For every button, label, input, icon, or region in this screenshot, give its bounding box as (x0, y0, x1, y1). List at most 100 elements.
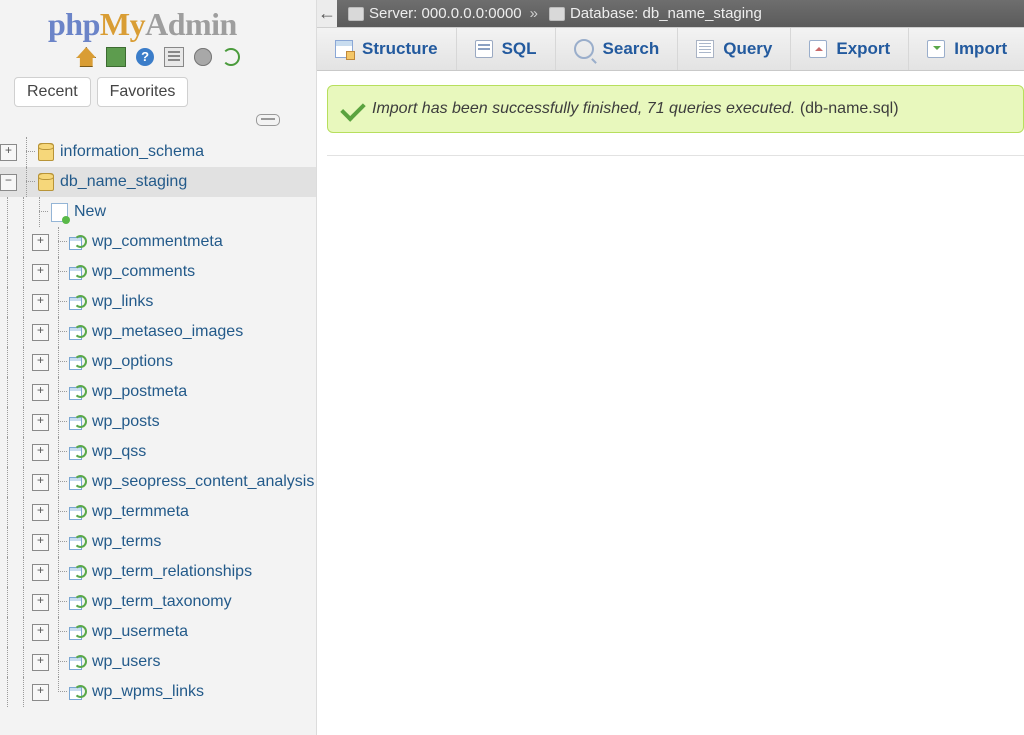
table-icon (69, 655, 87, 669)
table-row[interactable]: + wp_term_relationships (0, 557, 316, 587)
expand-icon[interactable]: + (32, 414, 49, 431)
table-row[interactable]: + wp_users (0, 647, 316, 677)
success-filename: (db-name.sql) (800, 100, 899, 117)
settings-icon[interactable] (194, 48, 212, 66)
home-icon[interactable] (76, 47, 96, 67)
table-label[interactable]: wp_termmeta (92, 503, 189, 521)
table-icon (69, 565, 87, 579)
expand-icon[interactable]: + (32, 294, 49, 311)
table-label[interactable]: wp_commentmeta (92, 233, 223, 251)
link-icon[interactable] (256, 114, 280, 126)
table-icon (69, 415, 87, 429)
sidebar-tabset: Recent Favorites (0, 73, 316, 109)
tab-search[interactable]: Search (556, 28, 679, 70)
table-row[interactable]: + wp_metaseo_images (0, 317, 316, 347)
table-row[interactable]: + wp_commentmeta (0, 227, 316, 257)
structure-icon (335, 40, 353, 58)
help-icon[interactable]: ? (136, 48, 154, 66)
breadcrumb-server[interactable]: Server: 000.0.0.0:0000 (369, 5, 522, 22)
table-label[interactable]: wp_options (92, 353, 173, 371)
table-label[interactable]: wp_users (92, 653, 160, 671)
table-label[interactable]: wp_qss (92, 443, 146, 461)
table-row[interactable]: + wp_term_taxonomy (0, 587, 316, 617)
new-table-row[interactable]: New (0, 197, 316, 227)
table-row[interactable]: + wp_wpms_links (0, 677, 316, 707)
table-label[interactable]: wp_wpms_links (92, 683, 204, 701)
db-row-active[interactable]: − db_name_staging (0, 167, 316, 197)
table-label[interactable]: wp_metaseo_images (92, 323, 243, 341)
db-row[interactable]: + information_schema (0, 137, 316, 167)
tab-import[interactable]: Import (909, 28, 1024, 70)
logo[interactable]: phpMyAdmin (0, 0, 316, 43)
query-icon (696, 40, 714, 58)
collapse-icon[interactable]: − (0, 174, 17, 191)
nav-back-button[interactable]: ← (317, 0, 337, 27)
database-icon (549, 7, 565, 21)
table-icon (69, 265, 87, 279)
expand-icon[interactable]: + (32, 654, 49, 671)
table-row[interactable]: + wp_seopress_content_analysis (0, 467, 316, 497)
expand-icon[interactable]: + (32, 564, 49, 581)
tab-export[interactable]: Export (791, 28, 909, 70)
expand-icon[interactable]: + (32, 504, 49, 521)
expand-icon[interactable]: + (32, 624, 49, 641)
tab-recent[interactable]: Recent (14, 77, 91, 107)
database-tree: + information_schema − db_name_staging New + w… (0, 133, 316, 707)
tab-sql[interactable]: SQL (457, 28, 556, 70)
table-row[interactable]: + wp_options (0, 347, 316, 377)
table-icon (69, 685, 87, 699)
breadcrumb-database[interactable]: Database: db_name_staging (570, 5, 762, 22)
table-label[interactable]: wp_term_relationships (92, 563, 252, 581)
table-label[interactable]: wp_usermeta (92, 623, 188, 641)
expand-icon[interactable]: + (32, 444, 49, 461)
table-label[interactable]: wp_term_taxonomy (92, 593, 232, 611)
link-toggle-row (0, 109, 316, 133)
expand-icon[interactable]: + (32, 534, 49, 551)
table-row[interactable]: + wp_usermeta (0, 617, 316, 647)
tab-favorites[interactable]: Favorites (97, 77, 189, 107)
reload-icon[interactable] (222, 48, 240, 66)
table-row[interactable]: + wp_postmeta (0, 377, 316, 407)
table-row[interactable]: + wp_comments (0, 257, 316, 287)
expand-icon[interactable]: + (32, 234, 49, 251)
tab-structure[interactable]: Structure (317, 28, 457, 70)
table-label[interactable]: wp_comments (92, 263, 195, 281)
db-label[interactable]: information_schema (60, 143, 204, 161)
table-icon (69, 235, 87, 249)
new-icon (51, 203, 68, 222)
expand-icon[interactable]: + (32, 684, 49, 701)
expand-icon[interactable]: + (32, 474, 49, 491)
table-row[interactable]: + wp_qss (0, 437, 316, 467)
search-icon (574, 39, 594, 59)
table-row[interactable]: + wp_posts (0, 407, 316, 437)
table-label[interactable]: wp_postmeta (92, 383, 187, 401)
table-row[interactable]: + wp_terms (0, 527, 316, 557)
export-icon (809, 40, 827, 58)
logout-icon[interactable] (106, 47, 126, 67)
table-label[interactable]: wp_seopress_content_analysis (92, 473, 314, 491)
table-icon (69, 595, 87, 609)
table-icon (69, 625, 87, 639)
table-icon (69, 385, 87, 399)
expand-icon[interactable]: + (32, 324, 49, 341)
table-icon (69, 295, 87, 309)
docs-icon[interactable] (164, 47, 184, 67)
expand-icon[interactable]: + (32, 594, 49, 611)
tab-query[interactable]: Query (678, 28, 791, 70)
table-row[interactable]: + wp_termmeta (0, 497, 316, 527)
main-area: ← Server: 000.0.0.0:0000 » Database: db_… (317, 0, 1024, 735)
db-label[interactable]: db_name_staging (60, 173, 187, 191)
table-row[interactable]: + wp_links (0, 287, 316, 317)
new-label[interactable]: New (74, 203, 106, 221)
database-icon (38, 173, 54, 191)
table-label[interactable]: wp_terms (92, 533, 161, 551)
expand-icon[interactable]: + (32, 264, 49, 281)
expand-icon[interactable]: + (32, 354, 49, 371)
expand-icon[interactable]: + (0, 144, 17, 161)
breadcrumb: ← Server: 000.0.0.0:0000 » Database: db_… (317, 0, 1024, 27)
table-label[interactable]: wp_links (92, 293, 153, 311)
expand-icon[interactable]: + (32, 384, 49, 401)
success-text: Import has been successfully finished, 7… (372, 100, 795, 117)
table-icon (69, 505, 87, 519)
table-label[interactable]: wp_posts (92, 413, 160, 431)
